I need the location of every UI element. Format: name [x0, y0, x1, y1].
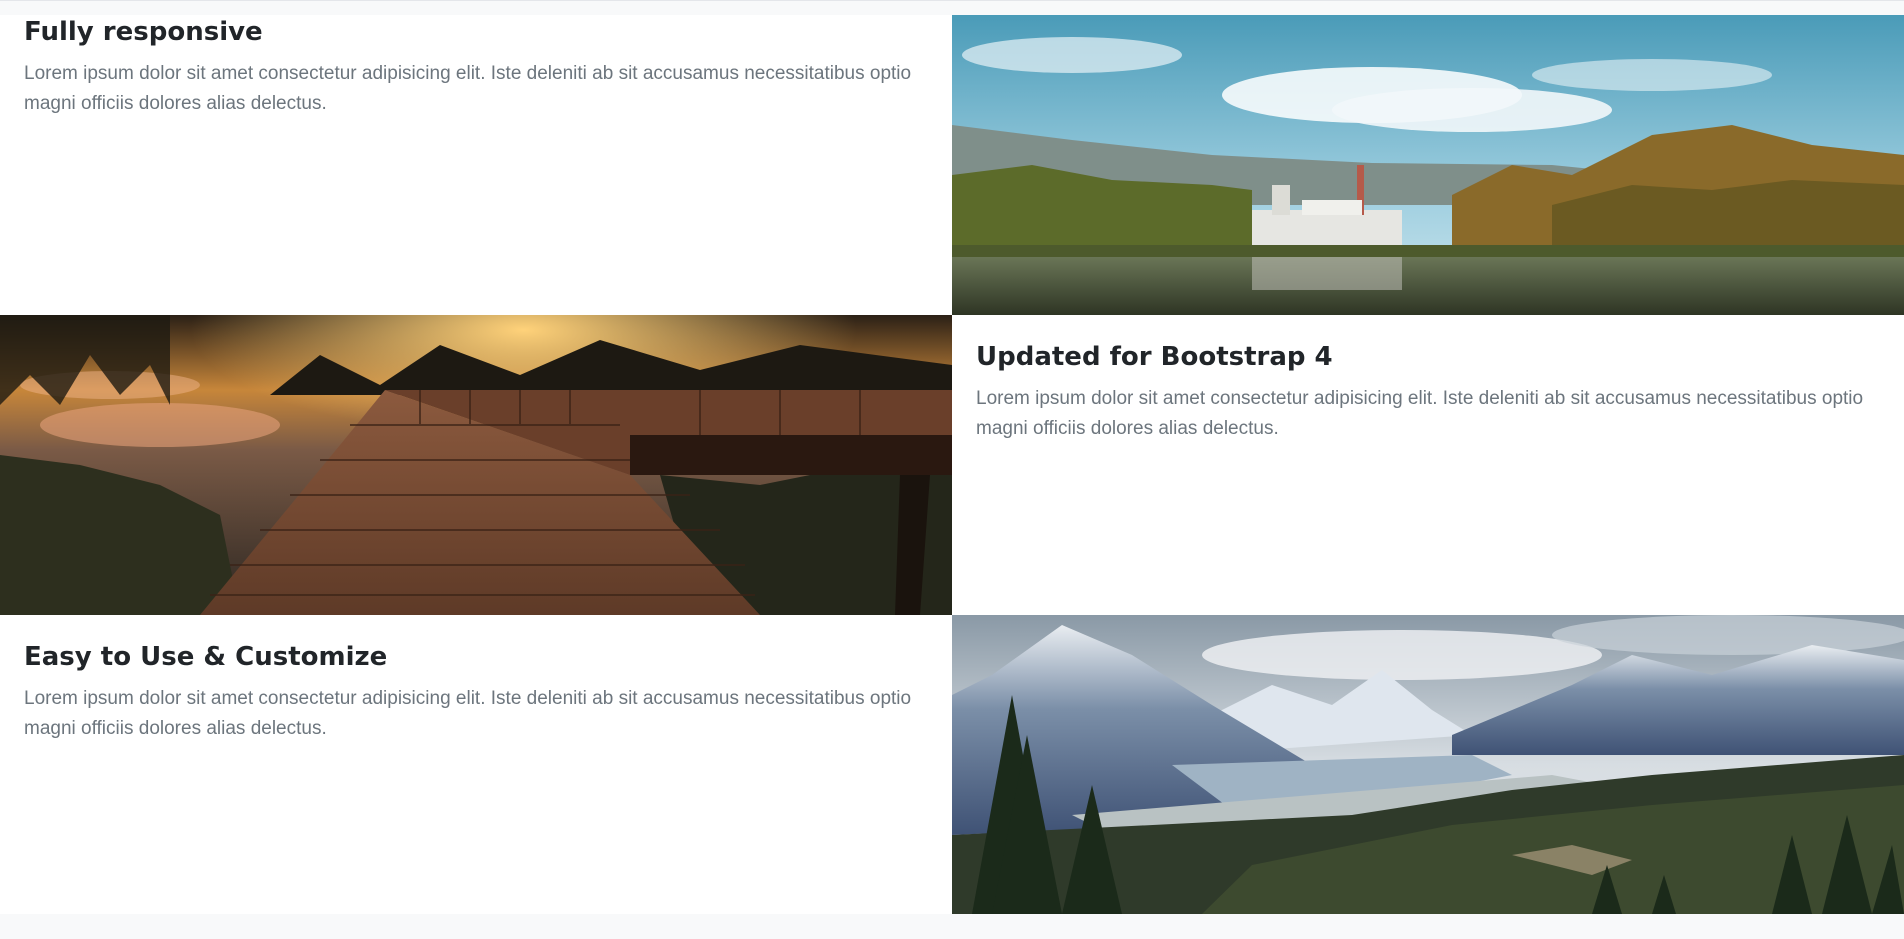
sunset-dock-illustration — [0, 315, 952, 615]
sunset-dock-image — [0, 315, 952, 615]
mountain-valley-image — [952, 615, 1904, 914]
showcase-description: Lorem ipsum dolor sit amet consectetur a… — [976, 388, 1864, 440]
image-showcase: Fully responsive Lorem ipsum dolor sit a… — [0, 15, 1904, 914]
showcase-heading: Fully responsive — [24, 17, 263, 47]
showcase-heading: Easy to Use & Customize — [24, 642, 388, 672]
showcase-description: Lorem ipsum dolor sit amet consectetur a… — [24, 688, 912, 740]
showcase-text-1: Fully responsive Lorem ipsum dolor sit a… — [0, 15, 952, 315]
showcase-row-2: Updated for Bootstrap 4 Lorem ipsum dolo… — [0, 315, 1904, 615]
showcase-row-1: Fully responsive Lorem ipsum dolor sit a… — [0, 15, 1904, 315]
lake-factory-illustration — [952, 15, 1904, 315]
top-bar — [0, 0, 1904, 15]
mountain-valley-illustration — [952, 615, 1904, 914]
showcase-row-3: Easy to Use & Customize Lorem ipsum dolo… — [0, 615, 1904, 914]
bottom-bar — [0, 914, 1904, 939]
showcase-text-2: Updated for Bootstrap 4 Lorem ipsum dolo… — [952, 315, 1904, 615]
showcase-heading: Updated for Bootstrap 4 — [976, 342, 1333, 372]
showcase-text-3: Easy to Use & Customize Lorem ipsum dolo… — [0, 615, 952, 914]
showcase-description: Lorem ipsum dolor sit amet consectetur a… — [24, 63, 912, 115]
lake-factory-image — [952, 15, 1904, 315]
